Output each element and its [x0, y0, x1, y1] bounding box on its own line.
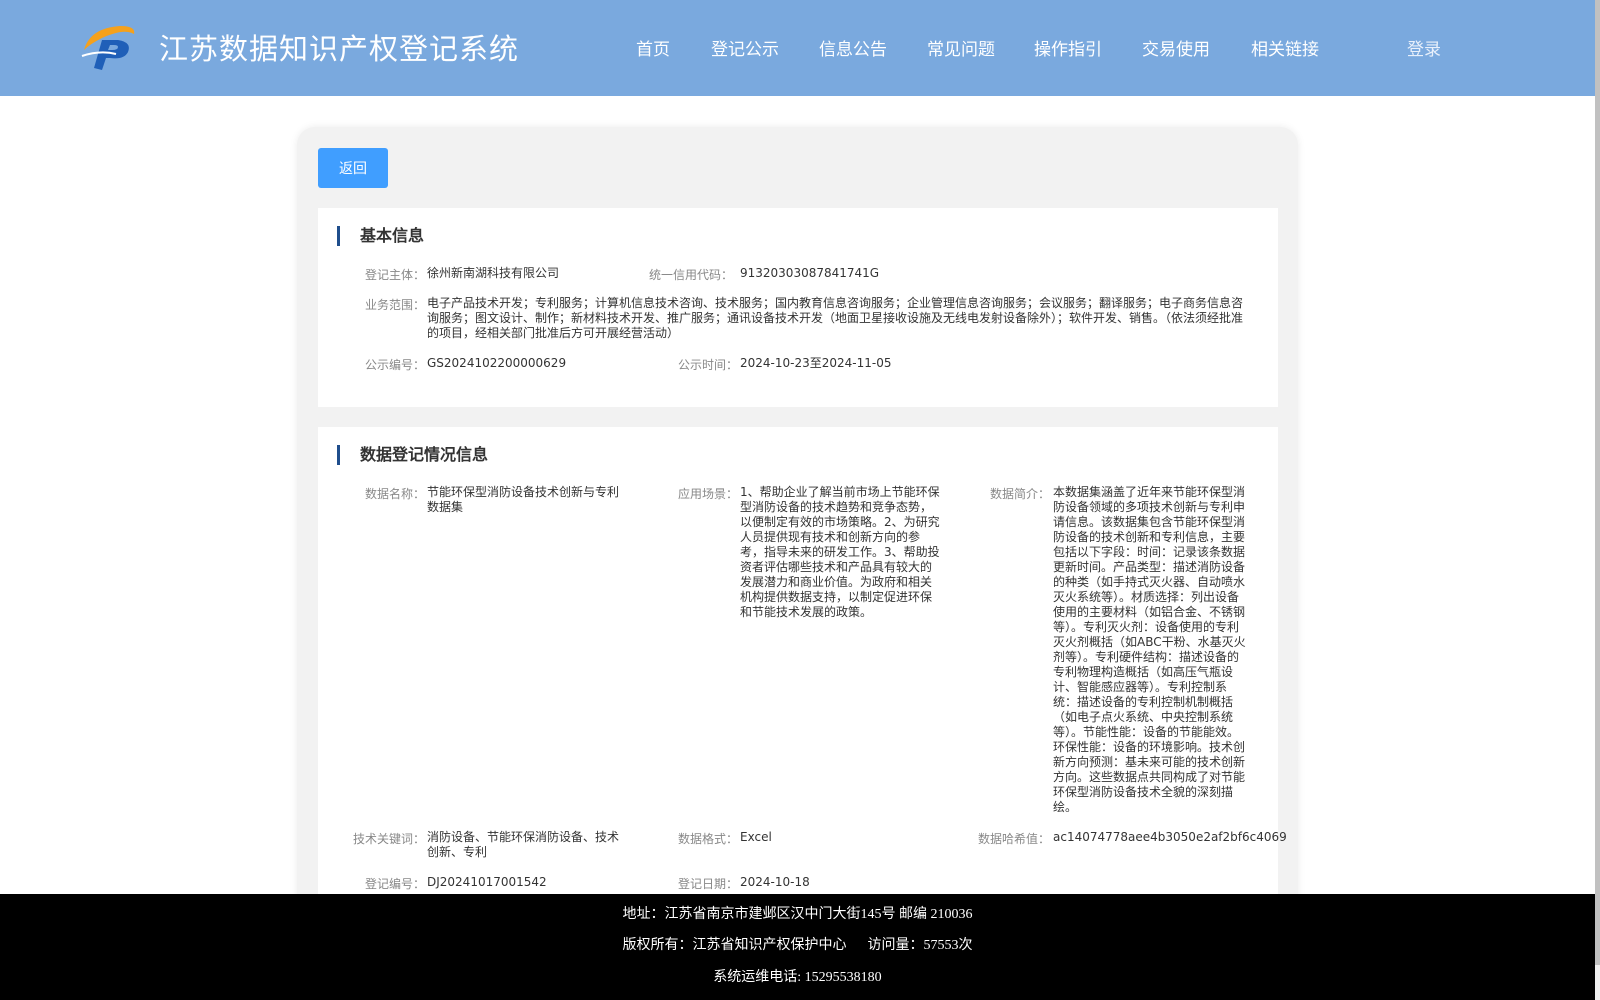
- data-name-label: 数据名称：: [364, 487, 425, 501]
- footer-address: 地址：江苏省南京市建邺区汉中门大街145号 邮编 210036: [622, 907, 973, 922]
- data-format-label: 数据格式：: [677, 832, 738, 846]
- business-scope-value: 电子产品技术开发；专利服务；计算机信息技术咨询、技术服务；国内教育信息咨询服务；…: [427, 296, 1244, 340]
- nav-info-announcement[interactable]: 信息公告: [819, 35, 887, 60]
- data-intro-value: 本数据集涵盖了近年来节能环保型消防设备领域的多项技术创新与专利申请信息。该数据集…: [1053, 485, 1246, 814]
- nav-related-links[interactable]: 相关链接: [1251, 35, 1319, 60]
- section-title: 数据登记情况信息: [337, 445, 488, 465]
- top-header: 江苏数据知识产权登记系统 首页 登记公示 信息公告 常见问题 操作指引 交易使用…: [0, 0, 1595, 96]
- business-scope-label: 业务范围：: [364, 298, 425, 312]
- credit-code-value: 91320303087841741G: [740, 266, 880, 280]
- scrollbar[interactable]: [1595, 0, 1600, 1000]
- scrollbar-thumb[interactable]: [1595, 0, 1600, 965]
- nav-home[interactable]: 首页: [636, 35, 670, 60]
- subject-label: 登记主体：: [364, 268, 425, 282]
- registration-date-value: 2024-10-18: [740, 875, 810, 889]
- publicity-time-label: 公示时间：: [677, 358, 738, 372]
- nav-trade-use[interactable]: 交易使用: [1142, 35, 1210, 60]
- publicity-no-value: GS2024102200000629: [427, 356, 567, 370]
- keywords-value: 消防设备、节能环保消防设备、技术创新、专利: [427, 830, 620, 859]
- publicity-no-label: 公示编号：: [364, 358, 425, 372]
- data-name-value: 节能环保型消防设备技术创新与专利数据集: [427, 485, 620, 514]
- nav-guide[interactable]: 操作指引: [1034, 35, 1102, 60]
- footer-copyright: 版权所有：江苏省知识产权保护中心 访问量：57553次: [622, 938, 973, 953]
- scenario-label: 应用场景：: [677, 487, 738, 501]
- data-registration-section: 数据登记情况信息 数据名称： 节能环保型消防设备技术创新与专利数据集 应用场景：…: [318, 427, 1287, 927]
- data-format-value: Excel: [740, 830, 772, 844]
- logo-icon[interactable]: [80, 20, 140, 72]
- section-title: 基本信息: [337, 226, 424, 246]
- nav-faq[interactable]: 常见问题: [927, 35, 995, 60]
- data-hash-value: ac14074778aee4b3050e2af2bf6c4069: [1053, 830, 1287, 844]
- registration-no-label: 登记编号：: [364, 877, 425, 891]
- back-button[interactable]: 返回: [318, 148, 388, 188]
- publicity-time-value: 2024-10-23至2024-11-05: [740, 356, 892, 370]
- data-intro-label: 数据简介：: [989, 487, 1050, 501]
- basic-info-section: 基本信息 登记主体： 徐州新南湖科技有限公司 统一信用代码： 913203030…: [318, 208, 1278, 407]
- credit-code-label: 统一信用代码：: [648, 268, 733, 282]
- keywords-label: 技术关键词：: [352, 832, 425, 846]
- nav-registration-notice[interactable]: 登记公示: [711, 35, 779, 60]
- login-link[interactable]: 登录: [1407, 35, 1441, 60]
- data-hash-label: 数据哈希值：: [977, 832, 1050, 846]
- registration-no-value: DJ20241017001542: [427, 875, 547, 889]
- page-footer: 地址：江苏省南京市建邺区汉中门大街145号 邮编 210036 版权所有：江苏省…: [0, 894, 1595, 1000]
- scenario-value: 1、帮助企业了解当前市场上节能环保型消防设备的技术趋势和竞争态势，以便制定有效的…: [740, 485, 940, 619]
- subject-value: 徐州新南湖科技有限公司: [427, 266, 560, 280]
- footer-phone: 系统运维电话: 15295538180: [713, 970, 882, 985]
- site-title: 江苏数据知识产权登记系统: [159, 32, 520, 66]
- registration-date-label: 登记日期：: [677, 877, 738, 891]
